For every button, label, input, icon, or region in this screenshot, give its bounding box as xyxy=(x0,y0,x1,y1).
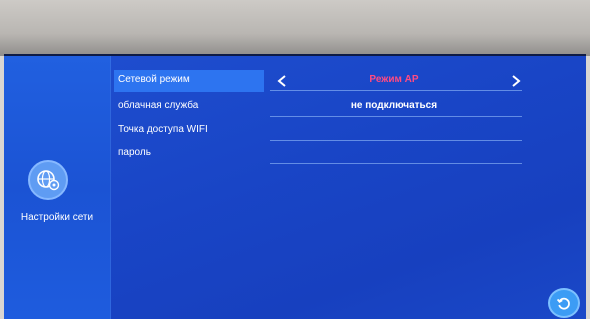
chevron-left-icon[interactable] xyxy=(272,70,292,92)
row-label-wifi-hotspot: Точка доступа WIFI xyxy=(118,124,208,135)
sidebar: Настройки сети xyxy=(4,56,111,319)
row-label-network-mode: Сетевой режим xyxy=(118,74,190,85)
sidebar-label-network-settings[interactable]: Настройки сети xyxy=(4,212,110,223)
row-underline xyxy=(270,116,522,117)
refresh-back-button[interactable] xyxy=(548,288,580,318)
globe-gear-icon xyxy=(37,170,60,191)
row-value-network-mode: Режим AP xyxy=(369,74,419,85)
network-settings-icon[interactable] xyxy=(28,160,68,200)
device-bezel xyxy=(0,0,590,56)
refresh-back-icon xyxy=(556,297,570,310)
row-underline xyxy=(270,90,522,91)
row-label-cloud-service: облачная служба xyxy=(118,100,199,111)
screen: Настройки сети Сетевой режим Режим AP об… xyxy=(4,54,586,319)
row-label-password: пароль xyxy=(118,147,151,158)
row-underline xyxy=(270,163,522,164)
chevron-right-icon[interactable] xyxy=(506,70,526,92)
row-underline xyxy=(270,140,522,141)
row-value-cloud-service: не подключаться xyxy=(350,100,438,111)
